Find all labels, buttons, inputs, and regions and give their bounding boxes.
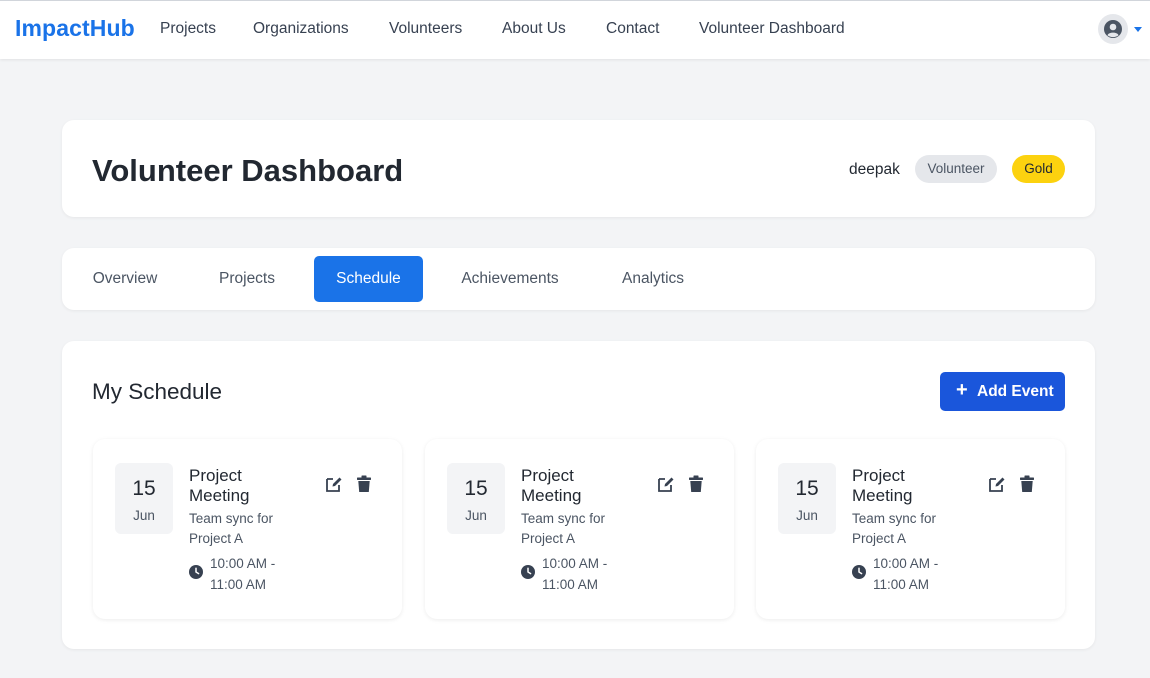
event-title: Project Meeting [852,466,913,505]
event-day: 15 [132,477,156,500]
tab-analytics[interactable]: Analytics [608,256,698,302]
user-circle-icon [1098,14,1128,44]
event-month: Jun [133,508,155,523]
event-title: Project Meeting [521,466,582,505]
event-day: 15 [795,477,819,500]
event-month: Jun [465,508,487,523]
nav-link-about-us[interactable]: About Us [502,20,566,38]
event-time: 10:00 AM - 11:00 AM [210,556,276,592]
tab-projects[interactable]: Projects [202,256,292,302]
event-title: Project Meeting [189,466,250,505]
schedule-section: My Schedule + Add Event 15 Jun Project M… [62,341,1095,649]
trash-icon[interactable] [356,475,372,493]
event-date: 15 Jun [778,463,836,534]
event-day: 15 [464,477,488,500]
caret-down-icon [1134,27,1142,32]
event-card: 15 Jun Project Meeting Team sync for Pro… [756,439,1065,619]
event-month: Jun [796,508,818,523]
section-title: My Schedule [92,379,223,404]
event-date: 15 Jun [115,463,173,534]
nav-link-contact[interactable]: Contact [606,20,659,38]
nav-link-organizations[interactable]: Organizations [253,20,349,38]
tab-overview[interactable]: Overview [78,256,172,302]
event-time: 10:00 AM - 11:00 AM [873,556,939,592]
nav-link-volunteer-dashboard[interactable]: Volunteer Dashboard [699,20,845,38]
top-navbar: ImpactHub Projects Organizations Volunte… [0,0,1150,59]
edit-icon[interactable] [657,475,675,493]
nav-link-projects[interactable]: Projects [160,20,216,38]
trash-icon[interactable] [1019,475,1035,493]
clock-icon [521,565,535,579]
event-card: 15 Jun Project Meeting Team sync for Pro… [425,439,734,619]
event-time: 10:00 AM - 11:00 AM [542,556,608,592]
edit-icon[interactable] [988,475,1006,493]
edit-icon[interactable] [325,475,343,493]
dashboard-header-card: Volunteer Dashboard deepak Volunteer Gol… [62,120,1095,217]
nav-link-volunteers[interactable]: Volunteers [389,20,462,38]
add-event-button[interactable]: + Add Event [940,372,1065,411]
clock-icon [852,565,866,579]
event-description: Team sync for Project A [189,511,274,546]
brand-logo[interactable]: ImpactHub [15,15,135,42]
event-date: 15 Jun [447,463,505,534]
event-description: Team sync for Project A [521,511,606,546]
page-title: Volunteer Dashboard [92,153,404,188]
trash-icon[interactable] [688,475,704,493]
clock-icon [189,565,203,579]
plus-icon: + [956,379,968,401]
event-description: Team sync for Project A [852,511,937,546]
user-menu-button[interactable] [1098,13,1144,45]
tier-badge: Gold [1012,155,1065,183]
add-event-label: Add Event [977,383,1054,400]
tab-schedule[interactable]: Schedule [314,256,423,302]
role-badge: Volunteer [915,155,997,183]
username: deepak [849,161,900,178]
tab-achievements[interactable]: Achievements [448,256,572,302]
dashboard-tabs: Overview Projects Schedule Achievements … [62,248,1095,310]
event-card: 15 Jun Project Meeting Team sync for Pro… [93,439,402,619]
